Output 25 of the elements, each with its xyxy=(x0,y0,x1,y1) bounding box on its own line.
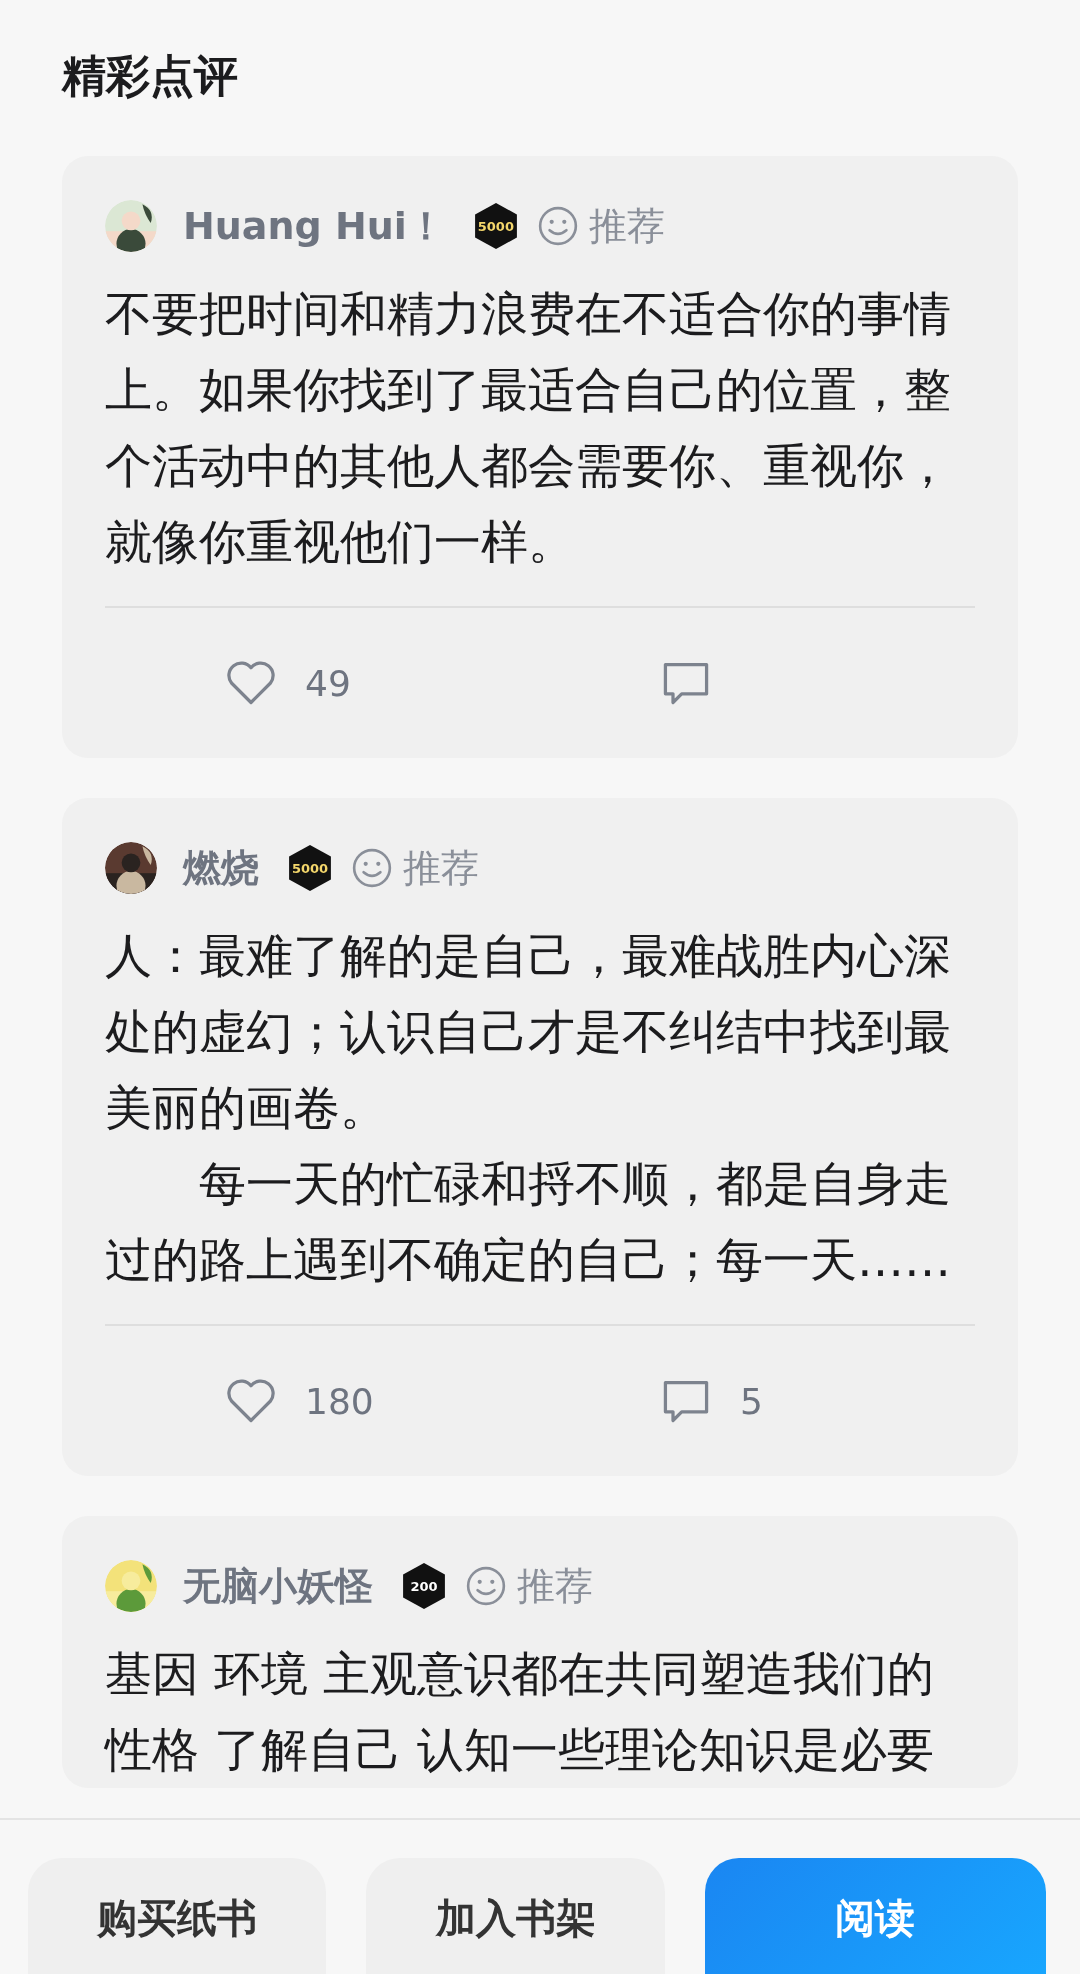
review-text: 人：最难了解的是自己，最难战胜内心深处的虚幻；认识自己才是不纠结中找到最美丽的画卷。 xyxy=(105,927,952,1137)
like-count: 180 xyxy=(305,1380,374,1422)
recommend-tag: 推荐 xyxy=(517,1560,593,1612)
section-title: 精彩点评 xyxy=(62,49,239,103)
review-text: 不要把时间和精力浪费在不适合你的事情上。如果你找到了最适合自己的位置，整个活动中的其他人都会需要你、重视你，就像你重视他们一样。 xyxy=(105,285,952,571)
read-button[interactable]: 阅读 xyxy=(704,1858,1046,1974)
review-text: 基因 环境 主观意识都在共同塑造我们的性格 了解自己 认知一些理论知识是必要 xyxy=(105,1645,935,1779)
like-count: 49 xyxy=(305,662,351,704)
comment-count: 5 xyxy=(740,1380,763,1422)
level-badge: 200 xyxy=(403,1563,445,1609)
action-button[interactable]: 购买纸书 xyxy=(28,1858,327,1974)
level-badge: 5000 xyxy=(474,203,517,249)
recommend-tag: 推荐 xyxy=(588,200,665,252)
smiley-icon xyxy=(536,205,579,247)
heart-icon[interactable] xyxy=(225,1377,277,1425)
smiley-icon xyxy=(465,1565,507,1607)
review-text: 每一天的忙碌和捋不顺，都是自身走过的路上遇到不确定的自己；每一天…… xyxy=(105,1155,952,1289)
level-badge: 5000 xyxy=(289,845,331,891)
heart-icon[interactable] xyxy=(225,659,277,707)
smiley-icon xyxy=(351,847,393,889)
user-name[interactable]: Huang Hui！ xyxy=(183,200,445,252)
user-name[interactable]: 无脑小妖怪 xyxy=(183,1560,373,1612)
recommend-tag: 推荐 xyxy=(403,842,479,894)
user-name[interactable]: 燃烧 xyxy=(183,842,259,894)
action-button[interactable]: 加入书架 xyxy=(366,1858,665,1974)
